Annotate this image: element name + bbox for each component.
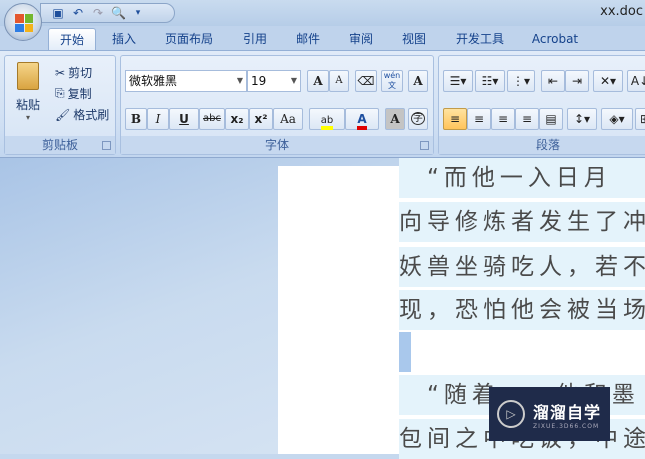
- bullets-icon[interactable]: ☰▾: [443, 70, 473, 92]
- brush-icon: 🖌: [55, 107, 71, 122]
- ribbon-tabs: 开始 插入 页面布局 引用 邮件 审阅 视图 开发工具 Acrobat: [0, 26, 645, 50]
- tab-page-layout[interactable]: 页面布局: [157, 28, 221, 50]
- enclose-char-label: 字: [411, 112, 425, 125]
- watermark-url: ZIXUE.3D66.COM: [533, 422, 600, 430]
- play-icon: ▷: [497, 400, 525, 428]
- font-name-value: 微软雅黑: [129, 74, 178, 88]
- clipboard-group: 粘贴 ▾ ✂ 剪切 ⎘ 复制 🖌 格式刷 剪贴板: [4, 55, 116, 155]
- clipboard-group-label: 剪贴板: [5, 136, 115, 154]
- redo-icon[interactable]: ↷: [91, 6, 105, 20]
- tab-acrobat[interactable]: Acrobat: [527, 28, 583, 50]
- watermark-brand: 溜溜自学: [533, 402, 602, 422]
- copy-label: 复制: [67, 87, 92, 101]
- clear-format-icon[interactable]: ⌫: [355, 70, 377, 92]
- customize-icon[interactable]: ▾: [131, 6, 145, 20]
- save-icon[interactable]: ▣: [51, 6, 65, 20]
- tab-home[interactable]: 开始: [48, 28, 96, 50]
- paragraph-group: ☰▾ ☷▾ ⋮▾ ⇤ ⇥ ✕▾ A↓ ≡ ≡ ≡ ≡ ▤ ↕▾ ◈▾ ⊞ 段落: [438, 55, 645, 155]
- office-button[interactable]: [4, 3, 42, 41]
- asian-layout-icon[interactable]: ✕▾: [593, 70, 623, 92]
- align-right-icon[interactable]: ≡: [491, 108, 515, 130]
- text-line: “而他一入日月: [399, 158, 645, 198]
- justify-icon[interactable]: ≡: [515, 108, 539, 130]
- shrink-font-button[interactable]: A: [329, 70, 349, 92]
- format-painter-button[interactable]: 🖌 格式刷: [55, 106, 109, 123]
- quick-access-toolbar: ▣ ↶ ↷ 🔍 ▾: [40, 3, 175, 23]
- paste-button[interactable]: 粘贴 ▾: [13, 62, 43, 130]
- title-bar: ▣ ↶ ↷ 🔍 ▾ xx.doc: [0, 0, 645, 26]
- shading-icon[interactable]: ◈▾: [601, 108, 633, 130]
- highlight-button[interactable]: ab: [309, 108, 345, 130]
- copy-button[interactable]: ⎘ 复制: [55, 85, 92, 102]
- superscript-button[interactable]: x²: [249, 108, 273, 130]
- ribbon: 粘贴 ▾ ✂ 剪切 ⎘ 复制 🖌 格式刷 剪贴板 微软雅黑 ▼ 19 ▼ A A ⌫ wé…: [0, 50, 645, 158]
- change-case-button[interactable]: Aa: [273, 108, 303, 130]
- enclose-char-button[interactable]: 字: [408, 108, 428, 130]
- font-color-button[interactable]: A: [345, 108, 379, 130]
- paste-label: 粘贴: [15, 98, 40, 112]
- font-size-combo[interactable]: 19 ▼: [247, 70, 301, 92]
- chevron-down-icon: ▼: [236, 76, 243, 85]
- tab-insert[interactable]: 插入: [104, 28, 144, 50]
- grow-font-button[interactable]: A: [307, 70, 329, 92]
- dialog-launcher-icon[interactable]: [102, 141, 111, 150]
- italic-button[interactable]: I: [147, 108, 169, 130]
- phonetic-guide-button[interactable]: wén文: [381, 70, 403, 92]
- bold-button[interactable]: B: [125, 108, 147, 130]
- empty-line-selection: [399, 332, 411, 372]
- cut-button[interactable]: ✂ 剪切: [55, 64, 92, 81]
- font-size-value: 19: [251, 74, 267, 88]
- font-name-combo[interactable]: 微软雅黑 ▼: [125, 70, 247, 92]
- align-left-icon[interactable]: ≡: [443, 108, 467, 130]
- decrease-indent-icon[interactable]: ⇤: [541, 70, 565, 92]
- paragraph-group-label: 段落: [439, 136, 645, 154]
- text-line: 现，恐怕他会被当场: [399, 290, 645, 330]
- window-title: xx.doc: [600, 4, 643, 19]
- char-border-button[interactable]: A: [408, 70, 428, 92]
- undo-icon[interactable]: ↶: [71, 6, 85, 20]
- tab-references[interactable]: 引用: [235, 28, 275, 50]
- font-group: 微软雅黑 ▼ 19 ▼ A A ⌫ wén文 A B I U abc x₂ x² A…: [120, 55, 434, 155]
- multilevel-list-icon[interactable]: ⋮▾: [507, 70, 535, 92]
- sort-icon[interactable]: A↓: [627, 70, 645, 92]
- watermark: ▷ 溜溜自学 ZIXUE.3D66.COM: [489, 387, 610, 441]
- tab-mailings[interactable]: 邮件: [288, 28, 328, 50]
- tab-view[interactable]: 视图: [394, 28, 434, 50]
- tab-review[interactable]: 审阅: [341, 28, 381, 50]
- copy-icon: ⎘: [55, 86, 65, 100]
- cut-label: 剪切: [68, 66, 93, 80]
- highlighter-icon: ab: [320, 115, 334, 130]
- text-line: 向导修炼者发生了冲: [399, 202, 645, 242]
- increase-indent-icon[interactable]: ⇥: [565, 70, 589, 92]
- numbering-icon[interactable]: ☷▾: [475, 70, 505, 92]
- tab-developer[interactable]: 开发工具: [448, 28, 512, 50]
- distribute-icon[interactable]: ▤: [539, 108, 563, 130]
- text-line: 妖兽坐骑吃人，若不: [399, 247, 645, 287]
- borders-icon[interactable]: ⊞: [635, 108, 645, 130]
- subscript-button[interactable]: x₂: [225, 108, 249, 130]
- format-painter-label: 格式刷: [73, 108, 110, 122]
- char-shading-button[interactable]: A: [385, 108, 405, 130]
- dialog-launcher-icon[interactable]: [420, 141, 429, 150]
- clipboard-icon: [17, 62, 39, 90]
- strikethrough-button[interactable]: abc: [199, 108, 225, 130]
- line-spacing-icon[interactable]: ↕▾: [567, 108, 597, 130]
- print-preview-icon[interactable]: 🔍: [111, 6, 126, 20]
- font-color-icon: A: [357, 112, 367, 130]
- underline-button[interactable]: U: [169, 108, 199, 130]
- scissors-icon: ✂: [55, 65, 66, 80]
- chevron-down-icon: ▼: [290, 76, 297, 85]
- office-logo-icon: [15, 14, 33, 32]
- font-group-label: 字体: [121, 136, 433, 154]
- align-center-icon[interactable]: ≡: [467, 108, 491, 130]
